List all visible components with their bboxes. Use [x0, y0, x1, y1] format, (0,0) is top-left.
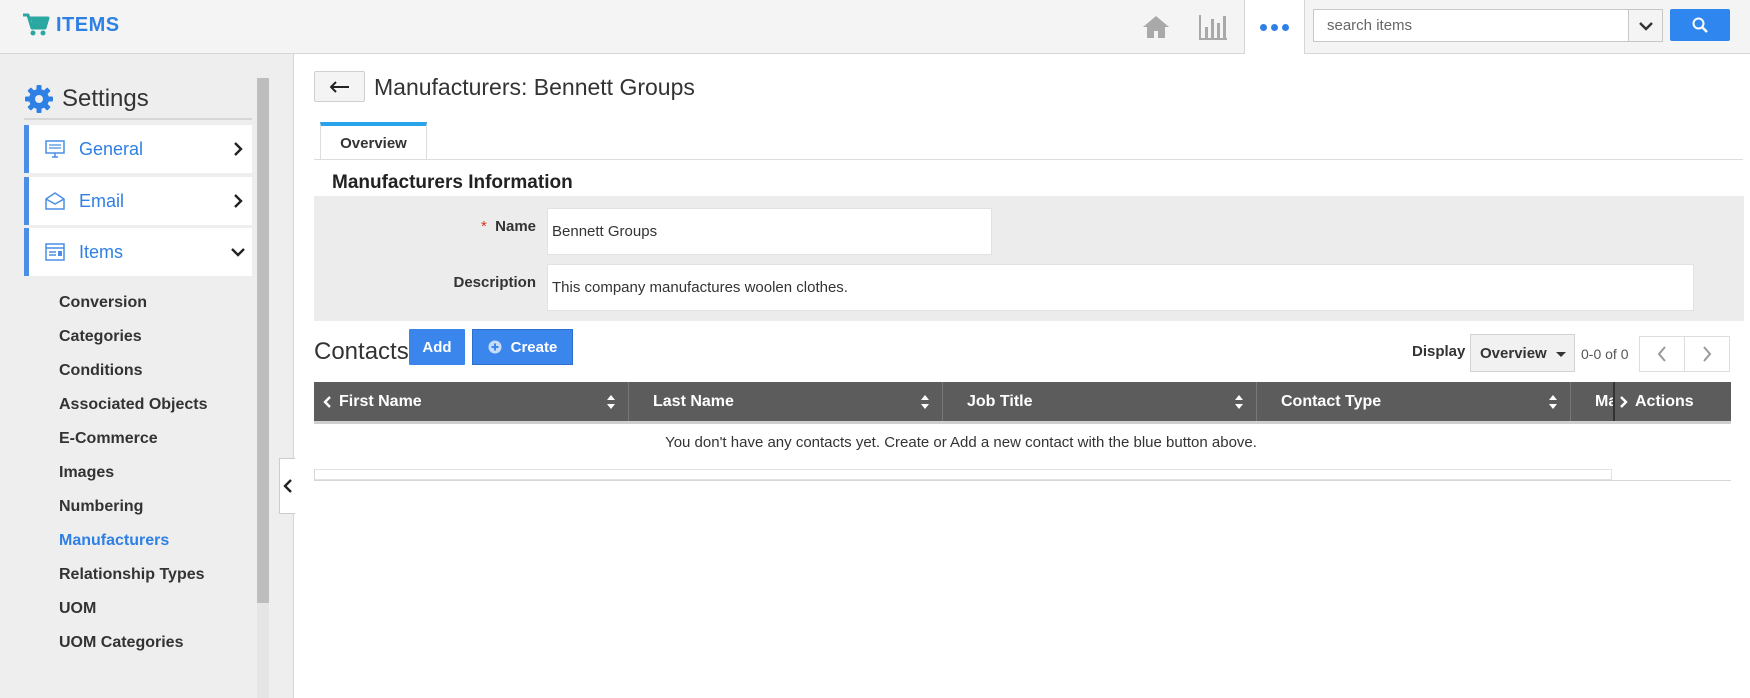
column-contact-type[interactable]: Contact Type	[1257, 382, 1571, 421]
page-title: Manufacturers: Bennett Groups	[374, 74, 695, 100]
sidebar-subitem-uom-categories[interactable]: UOM Categories	[59, 634, 183, 652]
plus-circle-icon	[488, 340, 502, 354]
chevron-down-icon	[231, 248, 245, 257]
sidebar-collapse-button[interactable]	[279, 458, 295, 514]
chevron-right-icon	[234, 194, 243, 208]
envelope-icon	[43, 189, 67, 213]
sidebar-item-general[interactable]: General	[24, 125, 252, 173]
sidebar-scrollbar-thumb[interactable]	[257, 78, 269, 603]
app-title: ITEMS	[56, 13, 120, 36]
top-bar: ITEMS	[0, 0, 1750, 54]
sort-icon	[1549, 395, 1557, 409]
sidebar-title: Settings	[24, 80, 252, 120]
app-brand[interactable]: ITEMS	[22, 12, 120, 38]
sidebar-item-email[interactable]: Email	[24, 177, 252, 225]
chevron-right-icon	[1703, 346, 1712, 362]
description-field[interactable]: This company manufactures woolen clothes…	[547, 264, 1694, 311]
sidebar-subitem-e-commerce[interactable]: E-Commerce	[59, 430, 158, 448]
sidebar-item-items[interactable]: Items	[24, 228, 252, 276]
column-label: Contact Type	[1281, 392, 1382, 410]
back-arrow-icon	[329, 80, 349, 93]
add-contact-button[interactable]: Add	[409, 329, 465, 365]
chevron-left-icon	[282, 479, 292, 493]
gear-icon	[25, 85, 53, 113]
tab-divider	[314, 159, 1743, 160]
column-label: Actions	[1635, 392, 1694, 410]
sidebar-subitem-conversion[interactable]: Conversion	[59, 294, 147, 312]
cart-icon	[23, 13, 50, 36]
search-icon	[1692, 17, 1708, 33]
name-field[interactable]: Bennett Groups	[547, 208, 992, 255]
sidebar-subitem-numbering[interactable]: Numbering	[59, 498, 143, 516]
monitor-icon	[43, 137, 67, 161]
tab-overview[interactable]: Overview	[320, 122, 427, 160]
sidebar-subitem-associated-objects[interactable]: Associated Objects	[59, 396, 208, 414]
chevron-right-icon[interactable]	[1619, 395, 1629, 409]
sidebar-item-label: General	[79, 138, 144, 159]
sidebar-item-label: Email	[79, 190, 125, 211]
sidebar-title-label: Settings	[62, 85, 149, 112]
column-job-title[interactable]: Job Title	[943, 382, 1257, 421]
items-list-icon	[43, 240, 67, 264]
topbar-divider	[1304, 0, 1305, 54]
caret-down-icon	[1556, 352, 1566, 357]
column-actions: Actions	[1615, 382, 1731, 421]
display-value: Overview	[1480, 344, 1547, 362]
sidebar-subitem-relationship-types[interactable]: Relationship Types	[59, 566, 205, 584]
next-page-button[interactable]	[1684, 336, 1730, 372]
search-input[interactable]	[1314, 10, 1629, 41]
column-label: Last Name	[653, 392, 734, 410]
back-button[interactable]	[314, 71, 365, 102]
pagination-count: 0-0 of 0	[1581, 346, 1629, 362]
search-filter-dropdown[interactable]	[1628, 9, 1663, 42]
sort-icon	[921, 395, 929, 409]
search-button[interactable]	[1670, 9, 1730, 41]
display-select[interactable]: Overview	[1470, 334, 1575, 372]
name-label: Name	[495, 218, 536, 235]
sort-icon	[1235, 395, 1243, 409]
column-label: Job Title	[967, 392, 1033, 410]
search-box	[1313, 9, 1631, 42]
sidebar-subitem-uom[interactable]: UOM	[59, 600, 96, 618]
contacts-title: Contacts	[314, 338, 409, 365]
empty-contacts-message: You don't have any contacts yet. Create …	[665, 434, 1257, 451]
section-title: Manufacturers Information	[332, 172, 573, 193]
contacts-table-header: First Name Last Name Job Title Contact T…	[314, 382, 1731, 424]
more-dots-icon[interactable]	[1245, 0, 1304, 54]
chevron-left-icon	[323, 395, 331, 408]
sort-icon	[607, 395, 615, 409]
prev-page-button[interactable]	[1639, 336, 1685, 372]
column-ma[interactable]: Ma	[1571, 382, 1615, 421]
bar-chart-icon[interactable]	[1196, 10, 1230, 44]
column-first-name[interactable]: First Name	[314, 382, 629, 421]
column-last-name[interactable]: Last Name	[629, 382, 943, 421]
create-contact-button[interactable]: Create	[472, 329, 573, 365]
home-icon[interactable]	[1139, 10, 1173, 44]
description-label: Description	[453, 274, 536, 291]
sidebar-subitem-conditions[interactable]: Conditions	[59, 362, 143, 380]
sidebar-subitem-images[interactable]: Images	[59, 464, 114, 482]
table-footer	[314, 469, 1612, 480]
create-label: Create	[510, 338, 558, 356]
settings-sidebar: Settings General Email Items Conversion …	[0, 54, 294, 698]
column-label: First Name	[339, 392, 422, 410]
column-label: Ma	[1595, 392, 1613, 410]
chevron-right-icon	[234, 142, 243, 156]
sidebar-subitem-manufacturers[interactable]: Manufacturers	[59, 532, 169, 550]
sidebar-item-label: Items	[79, 241, 124, 262]
sidebar-subitem-categories[interactable]: Categories	[59, 328, 142, 346]
chevron-down-icon	[1638, 21, 1653, 31]
display-label: Display	[1412, 343, 1466, 360]
table-bottom-border	[314, 480, 1731, 481]
chevron-left-icon	[1657, 346, 1666, 362]
